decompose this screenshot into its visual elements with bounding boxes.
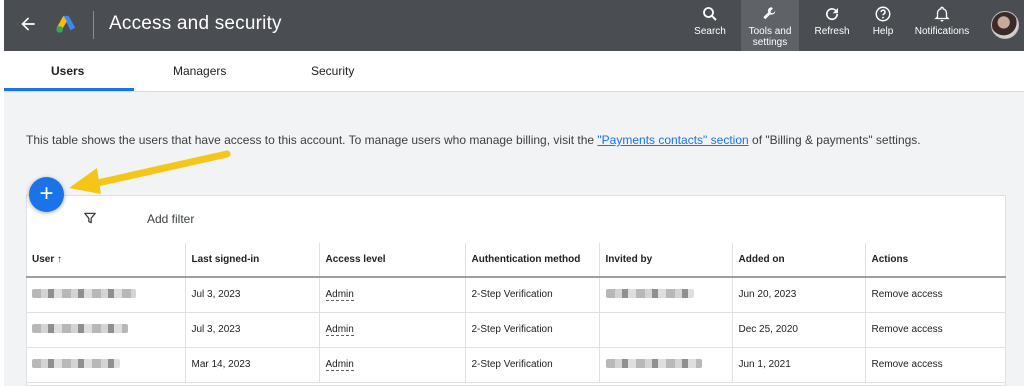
selected-tab-indicator (4, 88, 134, 91)
filter-icon[interactable] (83, 211, 97, 225)
refresh-label: Refresh (814, 26, 850, 37)
table-header-row: User ↑ Last signed-in Access level Authe… (26, 243, 1006, 278)
refresh-button[interactable]: Refresh (810, 0, 854, 51)
redacted-user-email (32, 358, 120, 368)
remove-access-button[interactable]: Remove access (865, 277, 1006, 313)
top-app-bar: Access and security Search Tools and set… (0, 0, 1024, 51)
account-avatar[interactable] (991, 11, 1019, 39)
info-text-before: This table shows the users that have acc… (26, 133, 598, 147)
info-text: This table shows the users that have acc… (26, 133, 921, 147)
page-title: Access and security (109, 13, 282, 34)
column-header-access-level[interactable]: Access level (319, 243, 466, 278)
notifications-button[interactable]: Notifications (908, 0, 976, 51)
back-arrow-icon[interactable] (18, 14, 38, 34)
redacted-inviter (605, 288, 694, 298)
table-row: Jul 3, 2023 Admin 2-Step Verification De… (26, 312, 1006, 348)
left-edge (0, 0, 4, 51)
redacted-user-email (32, 288, 136, 298)
auth-method-cell: 2-Step Verification (465, 277, 600, 313)
search-icon (703, 7, 717, 21)
invited-by-cell (599, 312, 733, 348)
tab-users[interactable]: Users (51, 64, 84, 78)
table-row: Jul 3, 2023 Admin 2-Step Verification Ju… (26, 277, 1006, 313)
user-cell (26, 277, 186, 313)
help-button[interactable]: Help (866, 0, 900, 51)
google-ads-logo-icon (56, 15, 76, 33)
title-divider (93, 11, 94, 39)
remove-access-button[interactable]: Remove access (865, 312, 1006, 348)
tools-label: Tools and settings (748, 26, 792, 48)
last-signed-in-cell: Jul 3, 2023 (185, 277, 320, 313)
refresh-icon (826, 8, 839, 21)
info-text-after: of "Billing & payments" settings. (748, 133, 921, 147)
remove-access-button[interactable]: Remove access (865, 347, 1006, 383)
access-level-link[interactable]: Admin (325, 359, 354, 371)
payments-contacts-link[interactable]: "Payments contacts" section (597, 133, 748, 147)
tools-and-settings-button[interactable]: Tools and settings (741, 0, 799, 51)
invited-by-cell (599, 347, 733, 383)
users-table: User ↑ Last signed-in Access level Authe… (26, 243, 1006, 383)
column-header-authentication-method[interactable]: Authentication method (465, 243, 600, 278)
notifications-label: Notifications (914, 26, 970, 37)
wrench-icon (763, 7, 776, 20)
added-on-cell: Dec 25, 2020 (732, 312, 866, 348)
redacted-inviter (605, 358, 702, 368)
add-user-button[interactable]: + (29, 177, 64, 212)
column-header-user[interactable]: User ↑ (26, 243, 186, 278)
bell-icon (934, 6, 950, 22)
help-icon (875, 6, 891, 22)
added-on-cell: Jun 20, 2023 (732, 277, 866, 313)
access-level-cell: Admin (319, 277, 466, 313)
access-level-cell: Admin (319, 347, 466, 383)
user-cell (26, 312, 186, 348)
auth-method-cell: 2-Step Verification (465, 347, 600, 383)
access-level-link[interactable]: Admin (325, 289, 354, 302)
auth-method-cell: 2-Step Verification (465, 312, 600, 348)
user-cell (26, 347, 186, 383)
column-header-added-on[interactable]: Added on (732, 243, 866, 278)
table-row: Mar 14, 2023 Admin 2-Step Verification J… (26, 347, 1006, 383)
last-signed-in-cell: Mar 14, 2023 (185, 347, 320, 383)
add-filter-button[interactable]: Add filter (147, 212, 194, 226)
column-header-user-label: User (32, 254, 55, 265)
annotation-arrow-icon (69, 150, 231, 194)
sort-ascending-icon[interactable]: ↑ (57, 254, 62, 265)
tab-bar: Users Managers Security (4, 51, 1024, 92)
access-level-cell: Admin (319, 312, 466, 348)
redacted-user-email (32, 323, 128, 333)
column-header-last-signed-in[interactable]: Last signed-in (185, 243, 320, 278)
added-on-cell: Jun 1, 2021 (732, 347, 866, 383)
last-signed-in-cell: Jul 3, 2023 (185, 312, 320, 348)
column-header-invited-by[interactable]: Invited by (599, 243, 733, 278)
tab-managers[interactable]: Managers (173, 64, 226, 78)
column-header-actions: Actions (865, 243, 1006, 278)
search-button[interactable]: Search (690, 0, 730, 51)
search-label: Search (694, 26, 726, 37)
invited-by-cell (599, 277, 733, 313)
help-label: Help (872, 26, 894, 37)
tab-security[interactable]: Security (311, 64, 354, 78)
access-level-link[interactable]: Admin (325, 324, 354, 336)
